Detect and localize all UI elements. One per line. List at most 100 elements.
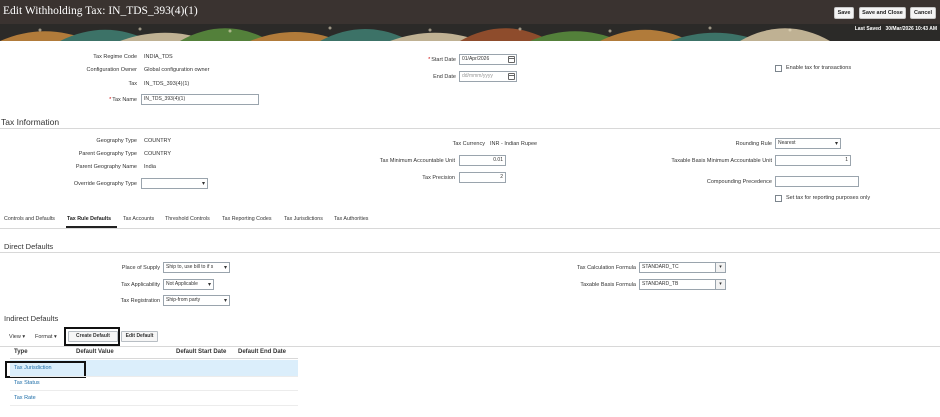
geography-type-label: Geography Type [96,138,137,144]
section-divider [0,128,940,129]
view-menu[interactable]: View ▾ [9,334,25,340]
table-row-type-link[interactable]: Tax Rate [14,395,36,401]
tax-name-input[interactable]: IN_TDS_393(4)(1) [141,94,259,105]
save-button[interactable]: Save [834,7,854,19]
format-menu[interactable]: Format ▾ [35,334,57,340]
last-saved-info: Last Saved 30/Mar/2026 10:43 AM [855,26,937,32]
tax-applicability-value: Not Applicable [166,281,198,287]
rounding-rule-select[interactable]: Nearest ▾ [775,138,841,149]
tab-tax-rule-defaults[interactable]: Tax Rule Defaults [67,216,111,222]
table-row-type-link[interactable]: Tax Status [14,380,40,386]
enable-tax-checkbox[interactable] [775,65,782,72]
indirect-defaults-title: Indirect Defaults [4,314,59,323]
page-title: Edit Withholding Tax: IN_TDS_393(4)(1) [3,5,198,17]
reporting-purposes-label: Set tax for reporting purposes only [786,195,871,201]
geography-type-value: COUNTRY [144,138,172,144]
cancel-button[interactable]: Cancel [910,7,936,19]
edit-default-button[interactable]: Edit Default [121,331,158,342]
override-geography-type-select[interactable]: ▾ [141,178,208,189]
parent-geography-type-label: Parent Geography Type [78,151,137,157]
configuration-owner-value: Global configuration owner [144,67,210,73]
tax-applicability-label: Tax Applicability [121,282,160,288]
taxable-basis-formula-value: STANDARD_TB [642,281,679,287]
start-date-label-text: Start Date [431,57,456,63]
last-saved-label: Last Saved [854,26,882,32]
configuration-owner-label: Configuration Owner [86,67,137,73]
tab-tax-jurisdictions[interactable]: Tax Jurisdictions [284,216,323,222]
tax-name-label-text: Tax Name [112,97,137,103]
row-divider [10,405,298,406]
chevron-down-icon: ▾ [223,298,227,304]
tax-calculation-formula-value: STANDARD_TC [642,264,679,270]
required-icon: * [428,57,431,63]
override-geography-type-label: Override Geography Type [73,181,137,187]
tax-minimum-accountable-unit-label: Tax Minimum Accountable Unit [379,158,455,164]
start-date-value: 01/Apr/2026 [462,56,490,62]
tax-precision-label: Tax Precision [422,175,455,181]
tax-currency-label: Tax Currency [452,141,485,147]
save-and-close-button[interactable]: Save and Close [859,7,906,19]
tax-value: IN_TDS_393(4)(1) [144,81,190,87]
row-divider [10,390,298,391]
column-header-default-start-date[interactable]: Default Start Date [176,349,226,355]
taxable-basis-min-unit-input[interactable]: 1 [775,155,851,166]
tab-tax-authorities[interactable]: Tax Authorities [334,216,368,222]
tabs-divider [0,228,940,229]
direct-defaults-title: Direct Defaults [4,242,54,251]
taxable-basis-formula-label: Taxable Basis Formula [580,282,636,288]
calendar-icon[interactable] [508,73,515,80]
calendar-icon[interactable] [508,56,515,63]
banner-pattern [0,24,940,41]
chevron-down-icon: ▾ [207,282,211,288]
table-top-divider [0,346,940,347]
table-header-divider [10,358,298,359]
compounding-precedence-label: Compounding Precedence [706,179,772,185]
start-date-input[interactable]: 01/Apr/2026 [459,54,517,65]
rounding-rule-label: Rounding Rule [735,141,772,147]
taxable-basis-min-unit-label: Taxable Basis Minimum Accountable Unit [671,158,772,164]
tax-information-title: Tax Information [1,117,60,127]
column-header-type[interactable]: Type [14,349,28,355]
required-icon: * [109,97,112,103]
tax-regime-code-value: INDIA_TDS [144,54,173,60]
highlight-box [64,327,120,346]
start-date-label: *Start Date [428,57,456,63]
chevron-down-icon[interactable]: ▾ [715,263,725,272]
chevron-down-icon: ▾ [834,141,838,147]
parent-geography-name-label: Parent Geography Name [75,164,137,170]
last-saved-value: 30/Mar/2026 10:43 AM [885,26,937,32]
tax-registration-select[interactable]: Ship-from party ▾ [163,295,230,306]
tax-calculation-formula-select[interactable]: STANDARD_TC ▾ [639,262,726,273]
taxable-basis-formula-select[interactable]: STANDARD_TB ▾ [639,279,726,290]
chevron-down-icon: ▾ [22,334,26,340]
column-header-default-end-date[interactable]: Default End Date [238,349,286,355]
tax-registration-label: Tax Registration [120,298,160,304]
place-of-supply-select[interactable]: Ship to, use bill to if s ▾ [163,262,230,273]
format-menu-label: Format [35,334,53,340]
end-date-label: End Date [433,74,456,80]
end-date-placeholder: dd/mmm/yyyy [462,73,493,79]
chevron-down-icon[interactable]: ▾ [715,280,725,289]
tab-tax-accounts[interactable]: Tax Accounts [123,216,154,222]
tax-regime-code-label: Tax Regime Code [93,54,137,60]
tax-precision-input[interactable]: 2 [459,172,506,183]
place-of-supply-label: Place of Supply [121,265,160,271]
row-divider [10,376,298,377]
tab-threshold-controls[interactable]: Threshold Controls [165,216,210,222]
tax-applicability-select[interactable]: Not Applicable ▾ [163,279,214,290]
chevron-down-icon: ▾ [201,181,205,187]
parent-geography-name-value: India [144,164,156,170]
tax-minimum-accountable-unit-input[interactable]: 0.01 [459,155,506,166]
view-menu-label: View [9,334,21,340]
rounding-rule-value: Nearest [778,140,796,146]
decorative-banner [0,24,940,41]
tax-label: Tax [128,81,137,87]
column-header-default-value[interactable]: Default Value [76,349,114,355]
compounding-precedence-input[interactable] [775,176,859,187]
page-header: Edit Withholding Tax: IN_TDS_393(4)(1) S… [0,0,940,24]
end-date-input[interactable]: dd/mmm/yyyy [459,71,517,82]
tab-tax-reporting-codes[interactable]: Tax Reporting Codes [222,216,271,222]
reporting-purposes-checkbox[interactable] [775,195,782,202]
tab-controls-and-defaults[interactable]: Controls and Defaults [4,216,55,222]
place-of-supply-value: Ship to, use bill to if s [166,264,214,270]
